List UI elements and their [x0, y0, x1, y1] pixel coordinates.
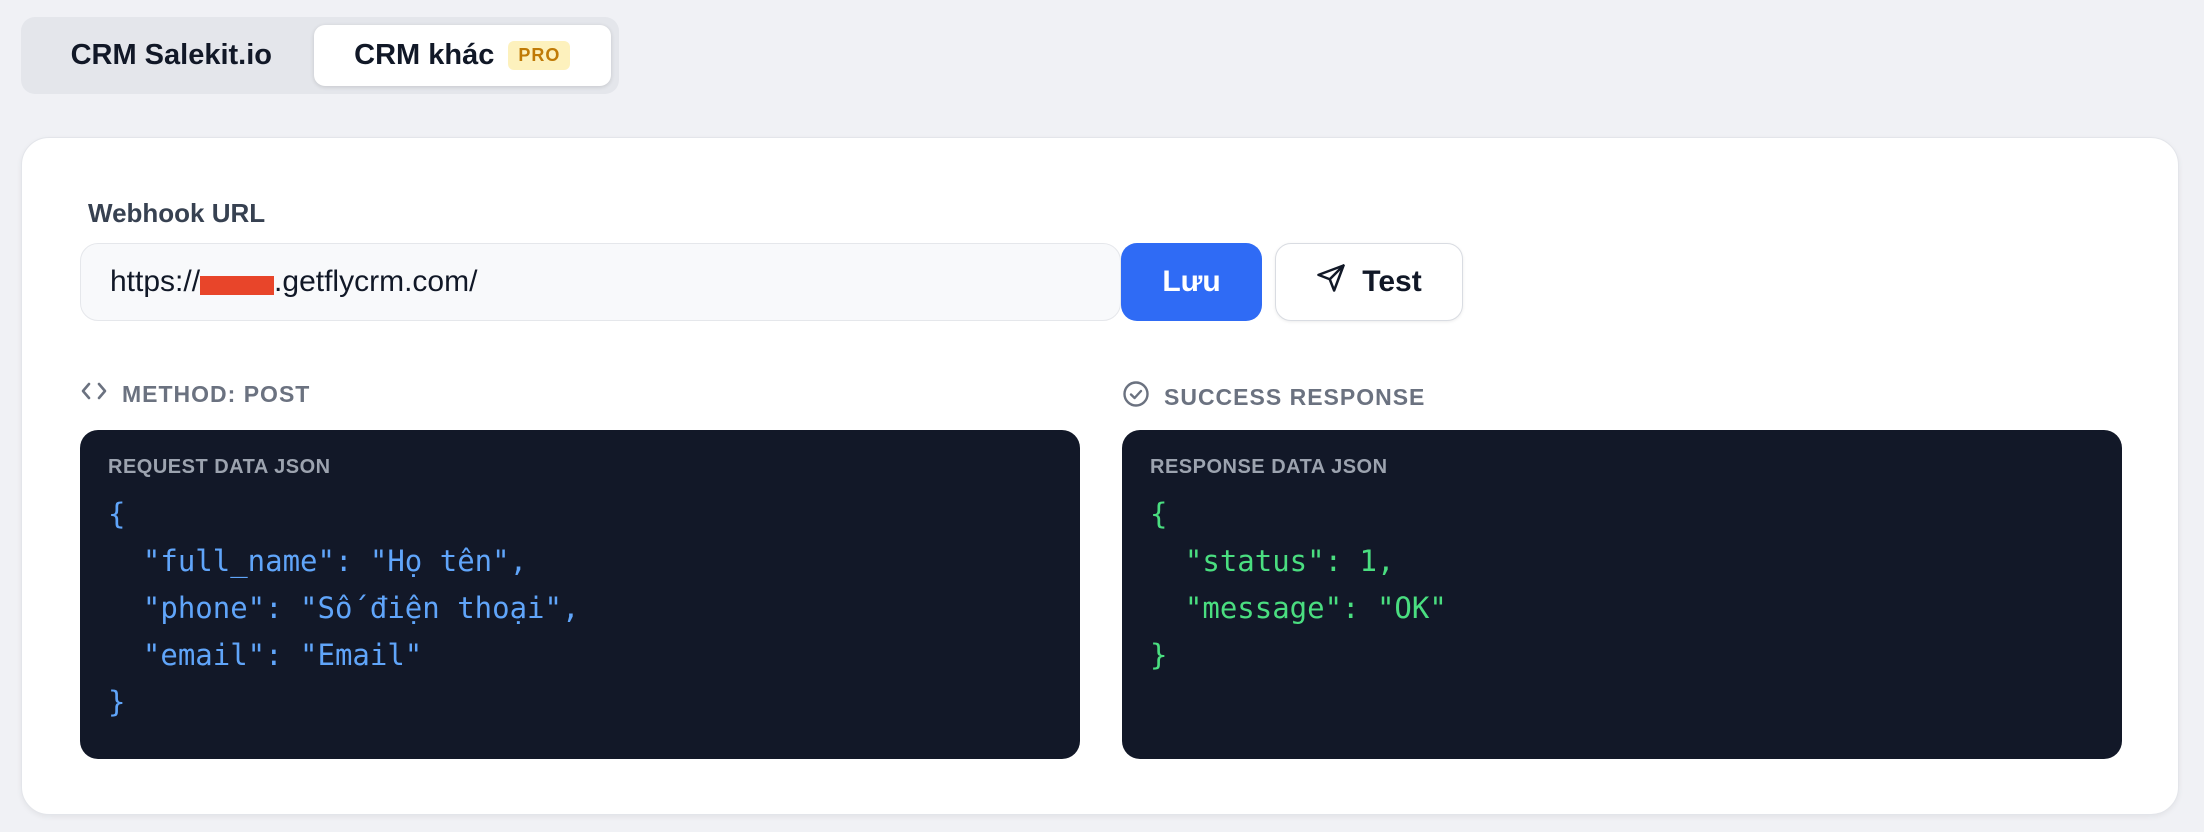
success-response-label: SUCCESS RESPONSE	[1164, 383, 1426, 410]
tab-crm-salekit[interactable]: CRM Salekit.io	[29, 25, 314, 86]
request-code-line: "full_name": "Họ tên",	[108, 544, 528, 578]
request-code-line: "email": "Email"	[108, 638, 423, 672]
crm-tab-switcher: CRM Salekit.io CRM khác PRO	[21, 17, 619, 94]
response-code-line: }	[1150, 638, 1168, 672]
request-method-label: METHOD: POST	[122, 380, 311, 407]
send-icon	[1316, 263, 1346, 301]
request-json-panel: REQUEST DATA JSON { "full_name": "Họ tên…	[80, 430, 1080, 759]
pro-badge: PRO	[508, 41, 571, 70]
webhook-url-prefix: https://	[110, 265, 201, 298]
tab-crm-other[interactable]: CRM khác PRO	[313, 25, 611, 86]
redacted-subdomain	[200, 275, 275, 295]
tab-crm-salekit-label: CRM Salekit.io	[70, 39, 272, 71]
response-json-panel: RESPONSE DATA JSON { "status": 1, "messa…	[1122, 430, 2122, 759]
webhook-config-card: Webhook URL https:// .getflycrm.com/ Lưu…	[21, 137, 2179, 815]
request-code-line: {	[108, 497, 126, 531]
response-json-title: RESPONSE DATA JSON	[1150, 456, 1388, 478]
request-section-heading: METHOD: POST	[80, 380, 310, 408]
webhook-url-suffix: .getflycrm.com/	[274, 265, 478, 298]
check-circle-icon	[1122, 380, 1150, 414]
save-button-label: Lưu	[1162, 265, 1221, 298]
save-button[interactable]: Lưu	[1121, 243, 1262, 321]
response-code-line: "message": "OK"	[1150, 591, 1447, 625]
webhook-url-input[interactable]: https:// .getflycrm.com/	[80, 243, 1121, 321]
request-json-title: REQUEST DATA JSON	[108, 456, 331, 478]
request-code-line: "phone": "Số điện thoại",	[108, 591, 580, 625]
response-section-heading: SUCCESS RESPONSE	[1122, 380, 1425, 414]
response-code-line: {	[1150, 497, 1168, 531]
response-code-line: "status": 1,	[1150, 544, 1395, 578]
test-button-label: Test	[1362, 265, 1422, 298]
webhook-url-label: Webhook URL	[88, 198, 266, 228]
test-button[interactable]: Test	[1275, 243, 1463, 321]
code-brackets-icon	[80, 380, 108, 408]
request-code-line: }	[108, 685, 126, 719]
tab-crm-other-label: CRM khác	[354, 39, 495, 71]
